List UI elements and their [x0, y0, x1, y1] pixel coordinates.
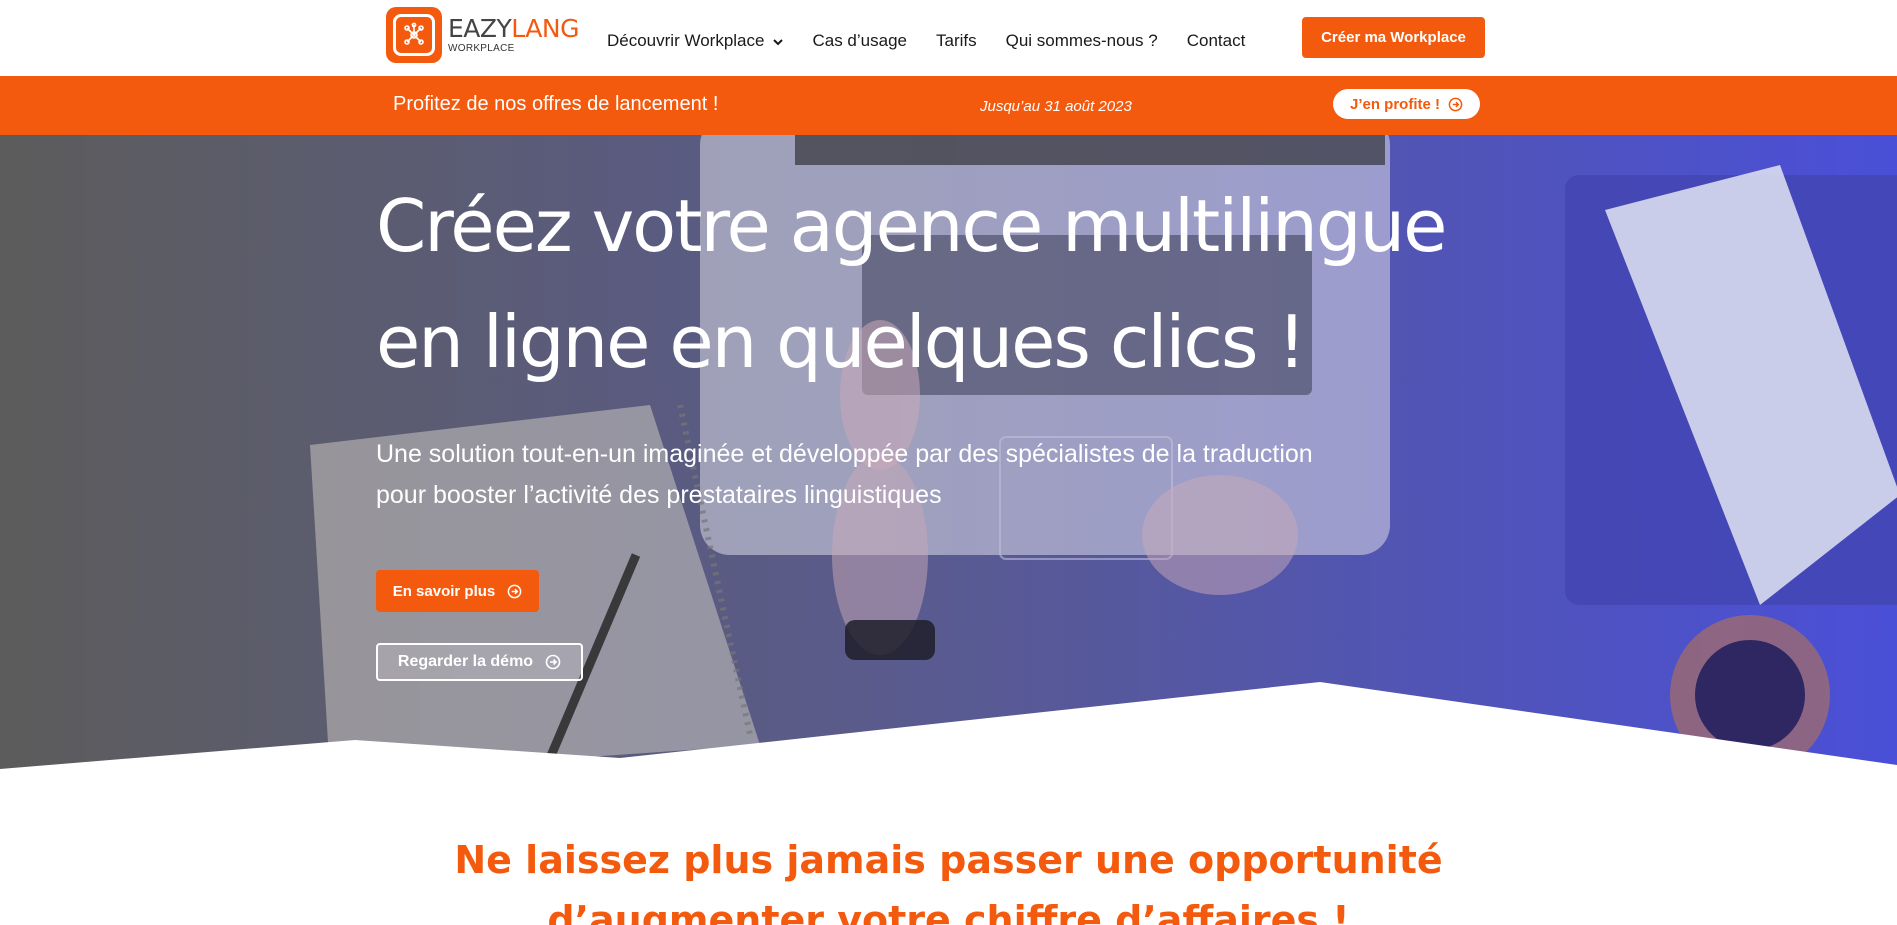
- brand-name: EAZYLANG: [448, 14, 579, 43]
- learn-more-button[interactable]: En savoir plus: [376, 570, 539, 612]
- site-header: EAZYLANG WORKPLACE Découvrir Workplace C…: [0, 0, 1897, 76]
- arrow-circle-right-icon: [1448, 97, 1463, 111]
- watch-demo-button[interactable]: Regarder la démo: [376, 643, 583, 681]
- nav-item-cas-usage[interactable]: Cas d’usage: [812, 31, 907, 51]
- hero-subtitle: Une solution tout-en-un imaginée et déve…: [376, 440, 1313, 509]
- section-title: Ne laissez plus jamais passer une opport…: [454, 838, 1443, 925]
- network-nodes-icon: [386, 7, 442, 63]
- promo-text: Profitez de nos offres de lancement !: [393, 93, 719, 115]
- nav-item-tarifs[interactable]: Tarifs: [936, 31, 977, 51]
- hero-content: Créez votre agence multilingue en ligne …: [376, 135, 1447, 681]
- nav-item-qui-sommes-nous[interactable]: Qui sommes-nous ?: [1006, 31, 1158, 51]
- promo-bar: Profitez de nos offres de lancement ! Ju…: [0, 76, 1897, 135]
- arrow-circle-right-icon: [545, 654, 561, 670]
- hero-title: Créez votre agence multilingue en ligne …: [376, 184, 1447, 384]
- create-workplace-button[interactable]: Créer ma Workplace: [1302, 17, 1485, 58]
- chevron-down-icon: [773, 31, 784, 51]
- nav-item-decouvrir[interactable]: Découvrir Workplace: [607, 31, 784, 51]
- brand-sub: WORKPLACE: [448, 43, 515, 54]
- main-nav: Découvrir Workplace Cas d’usage Tarifs Q…: [607, 31, 1274, 51]
- brand-logo[interactable]: EAZYLANG WORKPLACE: [386, 7, 579, 63]
- nav-item-contact[interactable]: Contact: [1187, 31, 1246, 51]
- arrow-circle-right-icon: [507, 584, 522, 598]
- promo-button[interactable]: J’en profite !: [1333, 89, 1480, 119]
- hero-section: Créez votre agence multilingue en ligne …: [0, 135, 1897, 770]
- promo-date: Jusqu’au 31 août 2023: [980, 98, 1132, 115]
